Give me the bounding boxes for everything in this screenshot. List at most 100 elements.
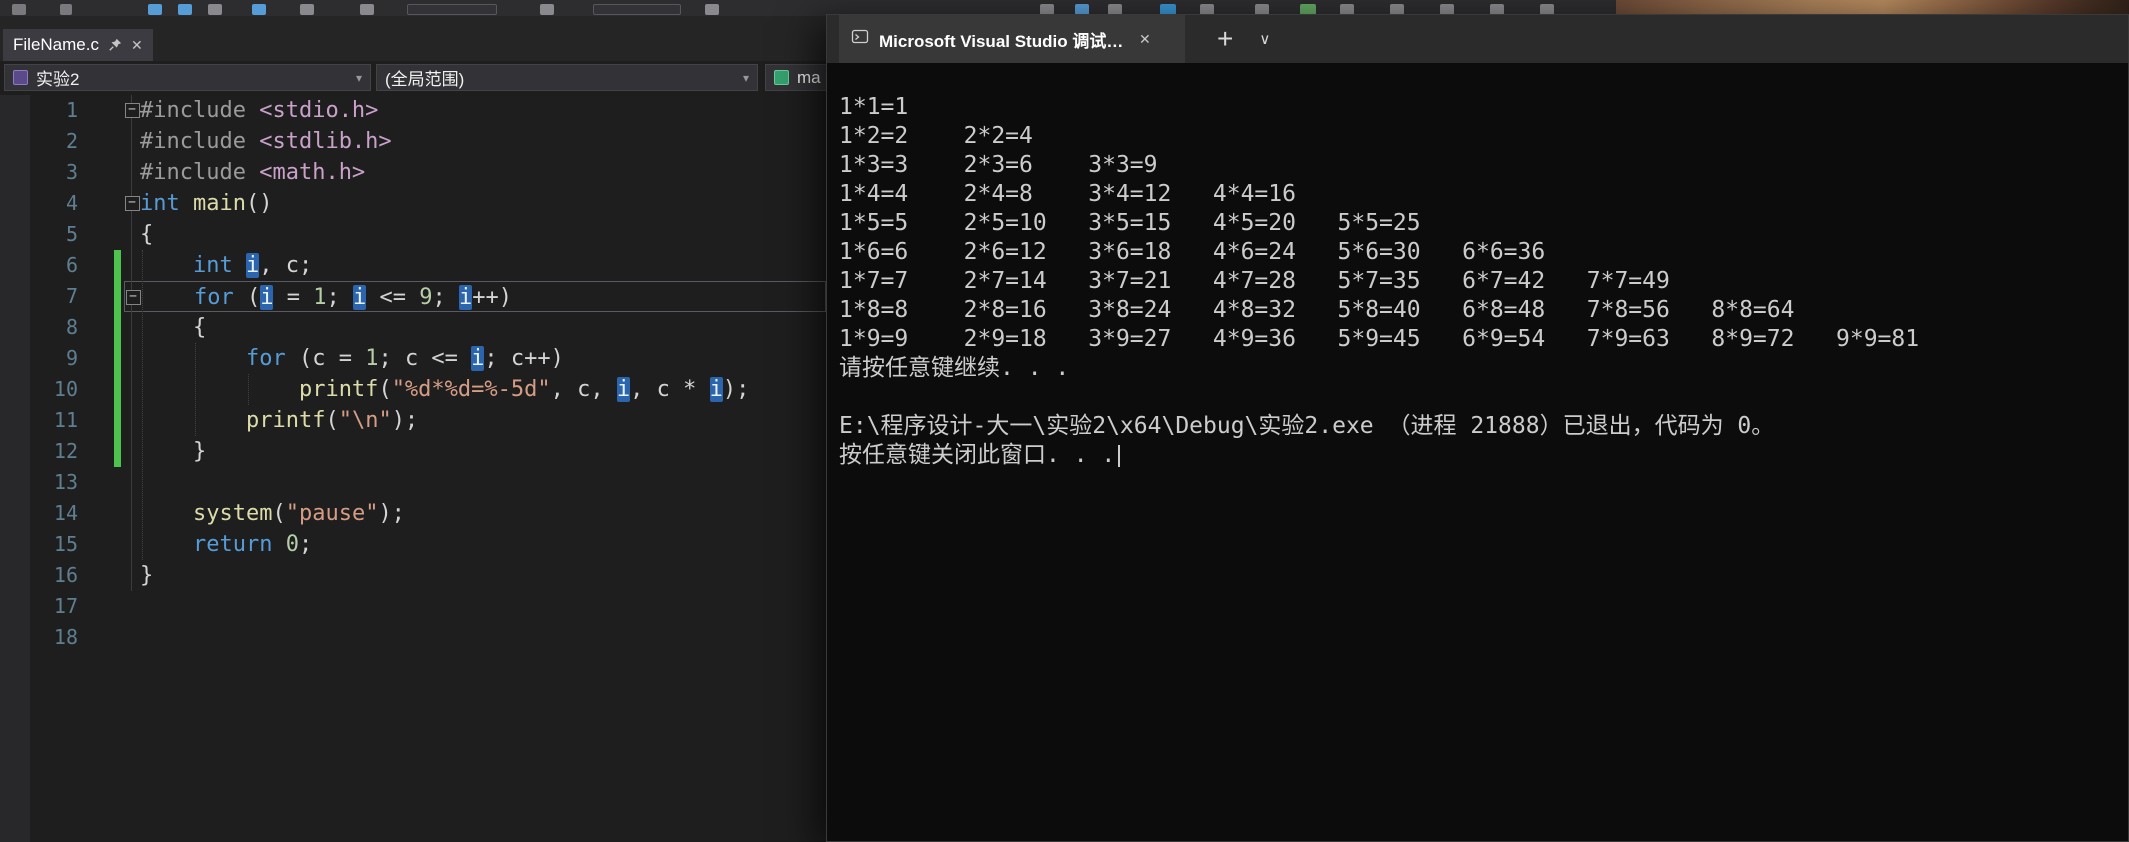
code-text: system("pause"); <box>192 501 405 526</box>
code-line[interactable]: 2 #include <stdlib.h> <box>0 126 826 157</box>
navigation-bar: 实验2 ▾ (全局范围) ▾ ma <box>0 61 925 95</box>
console-line: 1*9=9 2*9=18 3*9=27 4*9=36 5*9=45 6*9=54… <box>839 326 1920 352</box>
editor-lines: 1− #include <stdio.h> 2 #include <stdlib.h>… <box>0 95 826 653</box>
change-tracking-bar <box>114 622 121 653</box>
code-line[interactable]: 14 system("pause"); <box>0 498 826 529</box>
line-number: 17 <box>53 594 78 618</box>
line-number: 2 <box>65 129 78 153</box>
change-tracking-bar <box>114 529 121 560</box>
fold-margin: − <box>124 188 140 219</box>
line-number: 8 <box>65 315 78 339</box>
console-output[interactable]: 1*1=1 1*2=2 2*2=4 1*3=3 2*3=6 3*3=9 1*4=4 2… <box>827 63 2128 470</box>
code-line[interactable]: 8 { <box>0 312 826 343</box>
toolbar-icon-fragment[interactable] <box>300 4 314 15</box>
code-line[interactable]: 11 printf("\n"); <box>0 405 826 436</box>
code-line[interactable]: 17 <box>0 591 826 622</box>
toolbar-icon-fragment[interactable] <box>407 4 497 15</box>
toolbar-icon-fragment[interactable] <box>208 4 222 15</box>
change-tracking-bar <box>114 560 121 591</box>
console-line: 1*4=4 2*4=8 3*4=12 4*4=16 <box>839 181 1296 207</box>
code-line[interactable]: 16} <box>0 560 826 591</box>
code-line[interactable]: 6 int i, c; <box>0 250 826 281</box>
code-text: return 0; <box>192 532 313 557</box>
line-number: 3 <box>65 160 78 184</box>
change-tracking-bar <box>114 374 121 405</box>
console-tab[interactable]: Microsoft Visual Studio 调试控制台 ✕ <box>839 15 1185 63</box>
change-tracking-bar <box>114 591 121 622</box>
tab-menu-chevron-icon[interactable]: ∨ <box>1259 30 1270 48</box>
toolbar-icon-fragment[interactable] <box>178 4 192 15</box>
toolbar-icon-fragment[interactable] <box>705 4 719 15</box>
toolbar-icon-fragment[interactable] <box>252 4 266 15</box>
member-dropdown-label: ma <box>797 67 821 87</box>
project-icon <box>13 70 28 85</box>
toolbar-icon-fragment[interactable] <box>593 4 681 15</box>
change-tracking-bar <box>114 281 121 312</box>
line-number: 5 <box>65 222 78 246</box>
indent-guide <box>247 374 249 405</box>
change-tracking-bar <box>114 436 121 467</box>
line-number: 6 <box>65 253 78 277</box>
code-line[interactable]: 12 } <box>0 436 826 467</box>
console-icon <box>851 28 869 51</box>
scope-dropdown[interactable]: (全局范围) ▾ <box>376 64 758 91</box>
console-line: 请按任意键继续. . . <box>839 355 1070 381</box>
indent-guide <box>142 250 143 560</box>
fold-collapse-icon[interactable]: − <box>124 103 140 118</box>
code-line[interactable]: 9 for (c = 1; c <= i; c++) <box>0 343 826 374</box>
code-line[interactable]: 7 − for (i = 1; i <= 9; i++) <box>0 281 826 312</box>
code-line[interactable]: 4 − int main() <box>0 188 826 219</box>
code-editor[interactable]: 1− #include <stdio.h> 2 #include <stdlib.h>… <box>0 95 826 842</box>
fold-margin: − <box>125 282 141 311</box>
code-text: #include <stdlib.h> <box>140 129 392 154</box>
code-text: int main() <box>140 191 273 216</box>
document-tabbar: FileName.c ✕ <box>0 16 826 61</box>
line-number: 15 <box>53 532 78 556</box>
change-tracking-bar <box>114 95 121 126</box>
line-number: 11 <box>53 408 78 432</box>
chevron-down-icon: ▾ <box>742 70 749 85</box>
code-line[interactable]: 5{ <box>0 219 826 250</box>
line-number: 9 <box>65 346 78 370</box>
method-icon <box>774 70 789 85</box>
code-line[interactable]: 1 − #include <stdio.h> <box>0 95 826 126</box>
line-number: 7 <box>65 284 78 308</box>
code-line[interactable]: 3 #include <math.h> <box>0 157 826 188</box>
scope-dropdown-label: (全局范围) <box>385 70 465 89</box>
debug-console-window[interactable]: Microsoft Visual Studio 调试控制台 ✕ + ∨ 1*1=… <box>826 14 2129 842</box>
toolbar-icon-fragment[interactable] <box>148 4 162 15</box>
code-text: } <box>140 439 207 464</box>
new-tab-button[interactable]: + <box>1217 25 1233 53</box>
toolbar-icon-fragment[interactable] <box>360 4 374 15</box>
fold-collapse-icon[interactable]: − <box>125 290 141 305</box>
code-line[interactable]: 10 printf("%d*%d=%-5d", c, i, c * i); <box>0 374 826 405</box>
fold-margin <box>124 560 140 591</box>
code-text: for (c = 1; c <= i; c++) <box>245 346 564 371</box>
pin-icon[interactable] <box>108 38 122 52</box>
fold-margin <box>124 529 140 560</box>
code-line[interactable]: 13 <box>0 467 826 498</box>
code-text: int i, c; <box>192 253 313 278</box>
code-text: printf("%d*%d=%-5d", c, i, c * i); <box>298 377 750 402</box>
toolbar-icon-fragment[interactable] <box>60 4 72 15</box>
line-number: 13 <box>53 470 78 494</box>
text-cursor <box>1118 444 1121 467</box>
fold-margin <box>124 374 140 405</box>
fold-collapse-icon[interactable]: − <box>124 196 140 211</box>
code-line[interactable]: 15 return 0; <box>0 529 826 560</box>
toolbar-icon-fragment[interactable] <box>12 4 26 15</box>
change-tracking-bar <box>114 343 121 374</box>
close-icon[interactable]: ✕ <box>1139 31 1151 48</box>
toolbar-icon-fragment[interactable] <box>540 4 554 15</box>
fold-guide <box>131 281 132 467</box>
change-tracking-bar <box>114 498 121 529</box>
console-tab-title: Microsoft Visual Studio 调试控制台 <box>879 31 1129 51</box>
change-tracking-bar <box>114 467 121 498</box>
change-tracking-bar <box>114 219 121 250</box>
console-line: 1*7=7 2*7=14 3*7=21 4*7=28 5*7=35 6*7=42… <box>839 268 1670 294</box>
code-line[interactable]: 18 <box>0 622 826 653</box>
project-dropdown[interactable]: 实验2 ▾ <box>4 64 371 91</box>
tab-filename-c[interactable]: FileName.c ✕ <box>3 29 153 61</box>
console-line: 1*6=6 2*6=12 3*6=18 4*6=24 5*6=30 6*6=36 <box>839 239 1546 265</box>
close-icon[interactable]: ✕ <box>131 37 143 54</box>
